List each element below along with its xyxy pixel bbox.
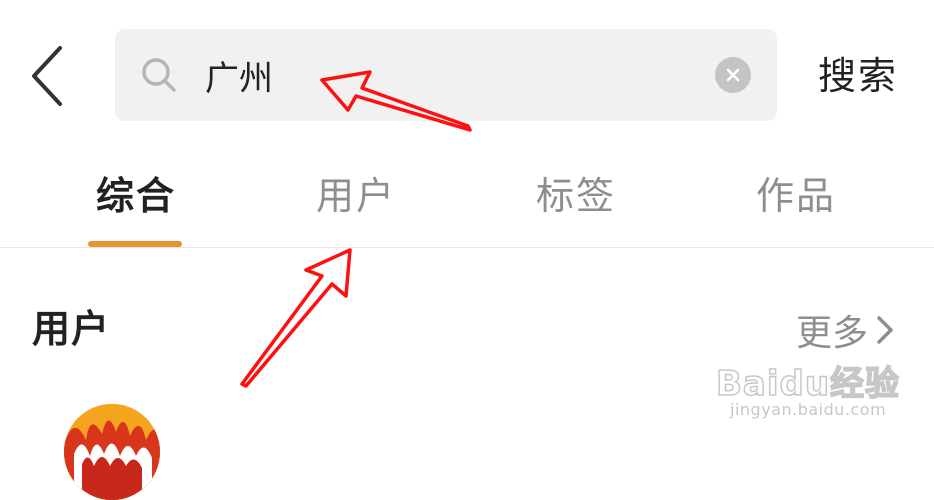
back-arrow-icon xyxy=(32,46,62,106)
search-input[interactable] xyxy=(205,49,685,101)
back-button[interactable] xyxy=(22,44,72,108)
avatar[interactable] xyxy=(64,404,160,500)
search-bar xyxy=(115,29,777,121)
tab-tags[interactable]: 标签 xyxy=(536,170,616,222)
clear-icon xyxy=(726,68,740,82)
users-section-title: 用户 xyxy=(32,307,111,351)
more-label: 更多 xyxy=(796,313,869,354)
flame-avatar-image xyxy=(64,404,160,500)
result-tabs: 综合 用户 标签 作品 xyxy=(0,150,934,248)
arrow-to-users-tab xyxy=(240,248,352,388)
tab-works[interactable]: 作品 xyxy=(756,170,836,222)
clear-search-button[interactable] xyxy=(715,57,751,93)
search-icon xyxy=(142,58,176,92)
search-button[interactable]: 搜索 xyxy=(818,48,898,104)
more-users-link[interactable]: 更多 xyxy=(796,304,894,356)
baidu-jingyan-watermark: Baidu经验 jingyan.baidu.com xyxy=(712,356,902,426)
watermark-url: jingyan.baidu.com xyxy=(730,400,887,419)
chevron-right-icon xyxy=(877,316,893,344)
watermark-brand: Baidu经验 xyxy=(715,363,901,405)
active-tab-indicator xyxy=(88,241,182,247)
tab-comprehensive[interactable]: 综合 xyxy=(96,170,176,222)
tab-users[interactable]: 用户 xyxy=(316,170,396,222)
